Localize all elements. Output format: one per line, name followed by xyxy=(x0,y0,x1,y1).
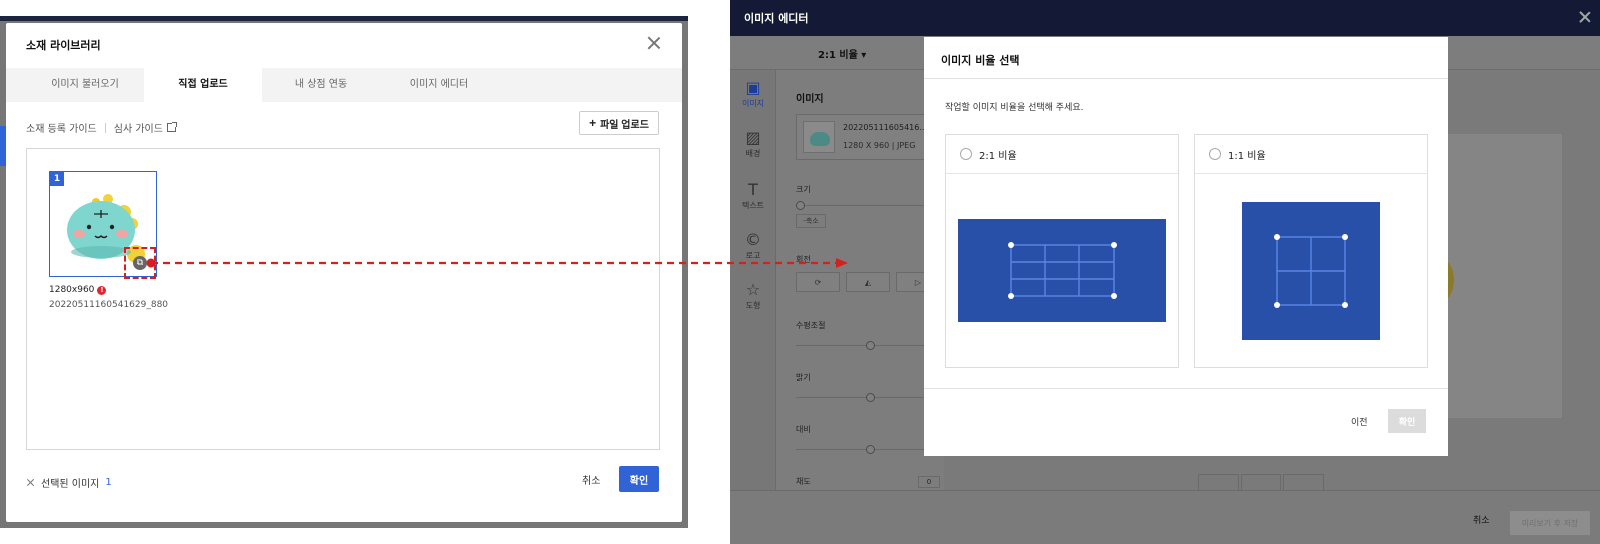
editor-footer: 취소 미리보기 후 저장 xyxy=(730,490,1600,544)
radio-button[interactable] xyxy=(1209,148,1221,160)
divider xyxy=(924,78,1448,79)
tab-direct-upload[interactable]: 직접 업로드 xyxy=(144,68,262,102)
previous-button[interactable]: 이전 xyxy=(1351,415,1368,428)
crop-icon[interactable]: ⧉ xyxy=(133,256,147,270)
tool-button[interactable] xyxy=(1198,474,1239,490)
clear-selection-icon[interactable] xyxy=(26,478,35,487)
tool-button[interactable] xyxy=(1240,474,1282,490)
image-filename: 20220511160541629_880... xyxy=(49,300,169,310)
crop-highlight: ⧉ xyxy=(124,247,156,279)
panel-heading: 이미지 xyxy=(796,94,824,105)
library-title: 소재 라이브러리 xyxy=(26,39,101,52)
editor-title: 이미지 에디터 xyxy=(744,12,809,25)
sidebar-item-label: 이미지 xyxy=(741,99,765,108)
saturation-label: 채도 xyxy=(796,477,811,486)
image-size: 1280x960 ! xyxy=(49,285,107,295)
sidebar-item-label: 텍스트 xyxy=(741,201,765,210)
image-properties-panel: 이미지 202205111605416... 1280 X 960 | JPEG… xyxy=(776,70,946,490)
guide-links: 소재 등록 가이드 심사 가이드 xyxy=(26,120,177,135)
uploaded-images-area: 1 ⧉ 1280x960 ! 20220511160541629_880... xyxy=(26,148,660,450)
file-name: 202205111605416... xyxy=(843,123,927,132)
close-icon[interactable] xyxy=(646,35,662,51)
sidebar-item-shape[interactable]: ☆ 도형 xyxy=(730,280,776,311)
backdrop-topbar xyxy=(0,16,688,21)
ratio-1-1-illustration xyxy=(1242,202,1380,340)
slider-knob[interactable] xyxy=(866,341,875,350)
shrink-button[interactable]: -축소 xyxy=(796,214,826,228)
option-label: 2:1 비율 xyxy=(979,151,1017,162)
sidebar-item-text[interactable]: T 텍스트 xyxy=(730,180,776,211)
ratio-select-dialog: 이미지 비율 선택 작업할 이미지 비율을 선택해 주세요. 2:1 비율 1:… xyxy=(924,37,1448,456)
contrast-label: 대비 xyxy=(796,425,811,434)
external-link-icon[interactable] xyxy=(166,122,177,132)
tab-my-store[interactable]: 내 상점 연동 xyxy=(262,68,380,102)
tool-button[interactable] xyxy=(1283,474,1325,490)
confirm-button[interactable]: 확인 xyxy=(619,466,659,492)
text-icon: T xyxy=(748,180,758,199)
file-thumbnail xyxy=(803,121,835,153)
option-header: 2:1 비율 xyxy=(946,135,1178,174)
editor-sidebar: ▣ 이미지 ▨ 배경 T 텍스트 © 로고 ☆ 도형 xyxy=(730,70,776,490)
sidebar-item-label: 로고 xyxy=(745,251,761,260)
alert-icon: ! xyxy=(97,285,107,295)
flip-button[interactable]: ◭ xyxy=(846,272,890,292)
selected-summary: 선택된 이미지 1 xyxy=(26,475,112,490)
saturation-value[interactable]: 0 xyxy=(918,476,940,488)
sidebar-item-label: 배경 xyxy=(745,149,761,158)
tab-image-editor[interactable]: 이미지 에디터 xyxy=(380,68,498,102)
radio-button[interactable] xyxy=(960,148,972,160)
dialog-title: 이미지 비율 선택 xyxy=(941,54,1020,67)
option-label: 1:1 비율 xyxy=(1228,151,1266,162)
dialog-description: 작업할 이미지 비율을 선택해 주세요. xyxy=(945,103,1084,113)
ratio-dropdown[interactable]: 2:1 비율 ▾ xyxy=(818,46,866,61)
brightness-label: 밝기 xyxy=(796,373,811,382)
rotate-label: 회전 xyxy=(796,255,811,264)
rotate-button[interactable]: ⟳ xyxy=(796,272,840,292)
ratio-2-1-illustration xyxy=(958,219,1166,322)
logo-icon: © xyxy=(745,230,761,249)
confirm-button[interactable]: 확인 xyxy=(1388,409,1426,433)
selection-index-badge: 1 xyxy=(50,172,64,186)
image-icon: ▣ xyxy=(745,78,761,97)
cancel-button[interactable]: 취소 xyxy=(582,472,600,487)
selected-count: 1 xyxy=(105,477,112,488)
sidebar-item-label: 도형 xyxy=(745,301,761,310)
registration-guide-link[interactable]: 소재 등록 가이드 xyxy=(26,120,97,135)
ratio-option-2-1[interactable]: 2:1 비율 xyxy=(945,134,1179,368)
shape-icon: ☆ xyxy=(745,280,761,299)
file-meta: 1280 X 960 | JPEG xyxy=(843,141,916,150)
preview-save-button[interactable]: 미리보기 후 저장 xyxy=(1510,511,1590,535)
ratio-option-1-1[interactable]: 1:1 비율 xyxy=(1194,134,1428,368)
canvas-tools xyxy=(1198,474,1325,490)
review-guide-link[interactable]: 심사 가이드 xyxy=(114,120,163,135)
divider xyxy=(104,122,106,133)
selected-label: 선택된 이미지 xyxy=(41,479,100,490)
sidebar-item-logo[interactable]: © 로고 xyxy=(730,230,776,261)
size-label: 크기 xyxy=(796,185,811,194)
sidebar-item-background[interactable]: ▨ 배경 xyxy=(730,128,776,159)
background-icon: ▨ xyxy=(745,128,761,147)
editor-header: 이미지 에디터 xyxy=(730,0,1600,36)
slider-knob[interactable] xyxy=(866,393,875,402)
option-header: 1:1 비율 xyxy=(1195,135,1427,174)
cancel-button[interactable]: 취소 xyxy=(1473,513,1490,526)
close-icon[interactable] xyxy=(1578,10,1592,24)
material-library-modal: 소재 라이브러리 이미지 불러오기 직접 업로드 내 상점 연동 이미지 에디터… xyxy=(6,23,682,522)
image-size-text: 1280x960 xyxy=(49,285,95,295)
sidebar-item-image[interactable]: ▣ 이미지 xyxy=(730,78,776,109)
file-upload-label: 파일 업로드 xyxy=(600,119,649,131)
slider-knob[interactable] xyxy=(866,445,875,454)
divider xyxy=(924,388,1448,389)
plus-icon: + xyxy=(589,116,597,130)
horizontal-label: 수평조절 xyxy=(796,321,826,330)
slider-knob[interactable] xyxy=(796,201,805,210)
file-upload-button[interactable]: + 파일 업로드 xyxy=(579,111,659,135)
tab-load-images[interactable]: 이미지 불러오기 xyxy=(26,68,144,102)
library-tabs: 이미지 불러오기 직접 업로드 내 상점 연동 이미지 에디터 xyxy=(6,68,682,102)
